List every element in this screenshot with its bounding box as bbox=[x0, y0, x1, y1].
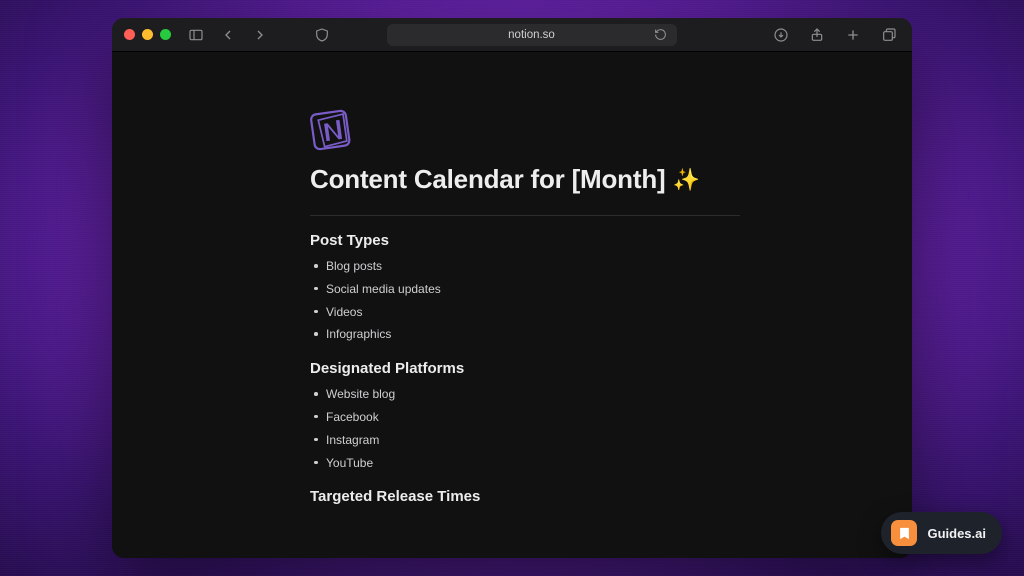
traffic-lights bbox=[124, 29, 171, 40]
sidebar-toggle-button[interactable] bbox=[185, 24, 207, 46]
share-button[interactable] bbox=[806, 24, 828, 46]
minimize-window-button[interactable] bbox=[142, 29, 153, 40]
tabs-button[interactable] bbox=[878, 24, 900, 46]
chevron-right-icon bbox=[252, 27, 268, 43]
post-types-list: Blog posts Social media updates Videos I… bbox=[310, 255, 912, 346]
close-window-button[interactable] bbox=[124, 29, 135, 40]
notion-logo-icon bbox=[307, 105, 354, 152]
download-icon bbox=[773, 27, 789, 43]
plus-icon bbox=[845, 27, 861, 43]
back-button[interactable] bbox=[217, 24, 239, 46]
browser-window: notion.so bbox=[112, 18, 912, 558]
list-item[interactable]: Infographics bbox=[310, 323, 912, 346]
shield-icon bbox=[314, 27, 330, 43]
maximize-window-button[interactable] bbox=[160, 29, 171, 40]
section-heading-platforms[interactable]: Designated Platforms bbox=[310, 360, 912, 377]
url-text: notion.so bbox=[508, 29, 555, 41]
list-item[interactable]: YouTube bbox=[310, 452, 912, 475]
tabs-icon bbox=[881, 27, 897, 43]
chevron-left-icon bbox=[220, 27, 236, 43]
page-title[interactable]: Content Calendar for [Month] ✨ bbox=[310, 164, 912, 195]
privacy-button[interactable] bbox=[311, 24, 333, 46]
address-bar-wrap: notion.so bbox=[311, 24, 730, 46]
page-content[interactable]: Content Calendar for [Month] ✨ Post Type… bbox=[112, 52, 912, 558]
new-tab-button[interactable] bbox=[842, 24, 864, 46]
section-heading-release-times[interactable]: Targeted Release Times bbox=[310, 488, 912, 505]
platforms-list: Website blog Facebook Instagram YouTube bbox=[310, 383, 912, 474]
bookmark-icon bbox=[891, 520, 917, 546]
reload-icon[interactable] bbox=[653, 27, 669, 43]
sparkle-icon: ✨ bbox=[673, 167, 700, 192]
list-item[interactable]: Facebook bbox=[310, 406, 912, 429]
address-bar[interactable]: notion.so bbox=[387, 24, 677, 46]
watermark-label: Guides.ai bbox=[927, 526, 986, 541]
watermark-pill[interactable]: Guides.ai bbox=[881, 512, 1002, 554]
list-item[interactable]: Social media updates bbox=[310, 278, 912, 301]
page-title-text: Content Calendar for [Month] bbox=[310, 164, 665, 194]
list-item[interactable]: Website blog bbox=[310, 383, 912, 406]
toolbar-right bbox=[770, 24, 900, 46]
list-item[interactable]: Blog posts bbox=[310, 255, 912, 278]
sidebar-icon bbox=[188, 27, 204, 43]
section-heading-post-types[interactable]: Post Types bbox=[310, 232, 912, 249]
share-icon bbox=[809, 27, 825, 43]
forward-button[interactable] bbox=[249, 24, 271, 46]
divider bbox=[310, 215, 740, 216]
titlebar: notion.so bbox=[112, 18, 912, 52]
list-item[interactable]: Instagram bbox=[310, 429, 912, 452]
list-item[interactable]: Videos bbox=[310, 301, 912, 324]
downloads-button[interactable] bbox=[770, 24, 792, 46]
